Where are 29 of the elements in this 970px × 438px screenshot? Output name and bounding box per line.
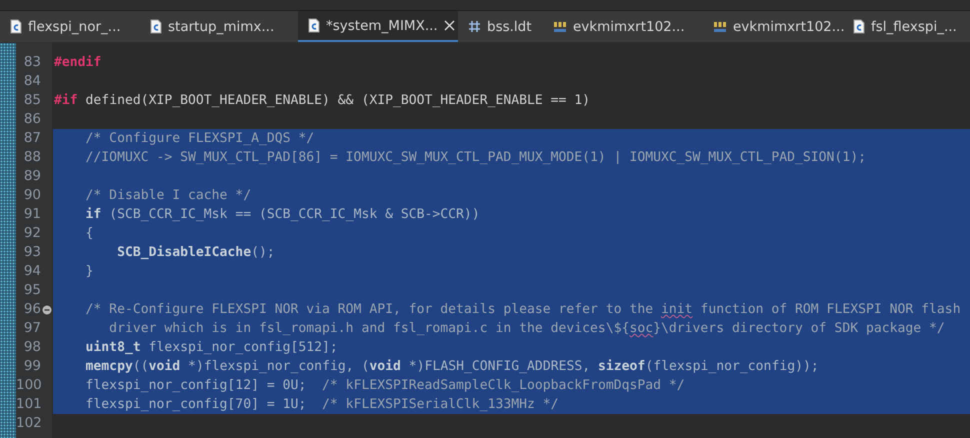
line-number: 101 [16, 395, 41, 414]
line-number: 85 [22, 91, 41, 110]
code-line: #if defined(XIP_BOOT_HEADER_ENABLE) && (XIP_BOOT_HEADER_ENABLE == 1) [53, 92, 592, 110]
line-number: 86 [22, 110, 41, 129]
line-number: 90 [22, 186, 41, 205]
editor-tab[interactable]: *system_MIMX... [298, 11, 458, 42]
line-number: 93 [22, 243, 41, 262]
editor-tab[interactable]: startup_mimx... [140, 11, 298, 42]
line-number: 96 [22, 300, 41, 319]
line-number: 84 [22, 72, 41, 91]
line-number: 87 [22, 129, 41, 148]
editor-tab[interactable]: evkmimxrt102... [703, 11, 843, 42]
line-number: 89 [22, 167, 41, 186]
line-number: 91 [22, 205, 41, 224]
editor-tab[interactable]: evkmimxrt102... [543, 11, 703, 42]
editor-tab[interactable]: flexspi_nor_... [0, 11, 140, 42]
code-line: #endif [53, 54, 102, 72]
line-number: 83 [22, 53, 41, 72]
line-number: 97 [22, 319, 41, 338]
line-number: 102 [16, 414, 41, 433]
line-number: 100 [16, 376, 41, 395]
line-number: 95 [22, 281, 41, 300]
line-number: 98 [22, 338, 41, 357]
editor-tab[interactable]: bss.ldt [458, 11, 543, 42]
line-number: 88 [22, 148, 41, 167]
editor-tab[interactable]: fsl_flexspi_... [843, 11, 970, 42]
line-number: 99 [22, 357, 41, 376]
line-number: 92 [22, 224, 41, 243]
line-number: 94 [22, 262, 41, 281]
